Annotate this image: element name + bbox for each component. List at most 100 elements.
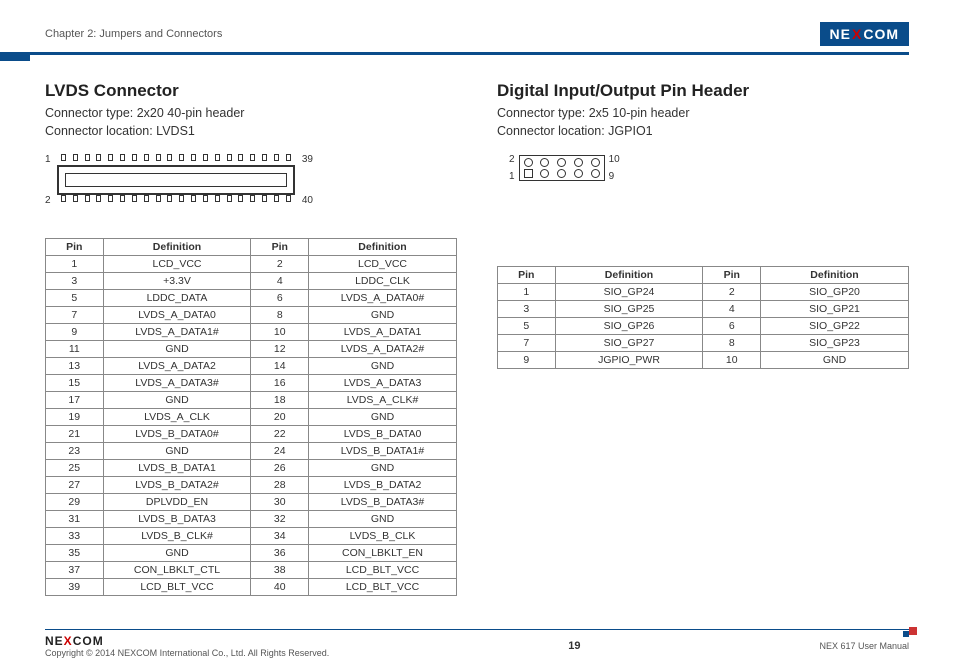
table-cell: 40 bbox=[251, 579, 309, 596]
table-cell: SIO_GP27 bbox=[555, 335, 703, 352]
table-cell: 15 bbox=[46, 375, 104, 392]
logo-part: NE bbox=[45, 634, 64, 648]
table-cell: 30 bbox=[251, 494, 309, 511]
copyright-text: Copyright © 2014 NEXCOM International Co… bbox=[45, 648, 329, 658]
table-cell: 8 bbox=[703, 335, 761, 352]
table-cell: GND bbox=[309, 358, 457, 375]
table-cell: 8 bbox=[251, 307, 309, 324]
pin-label: 2 bbox=[509, 154, 515, 165]
table-cell: 20 bbox=[251, 409, 309, 426]
table-row: 33LVDS_B_CLK#34LVDS_B_CLK bbox=[46, 528, 457, 545]
table-cell: 23 bbox=[46, 443, 104, 460]
table-cell: GND bbox=[103, 443, 251, 460]
table-row: 9JGPIO_PWR10GND bbox=[498, 352, 909, 369]
table-cell: 3 bbox=[46, 273, 104, 290]
table-header: Definition bbox=[555, 267, 703, 284]
table-cell: DPLVDD_EN bbox=[103, 494, 251, 511]
table-cell: 27 bbox=[46, 477, 104, 494]
table-cell: LCD_BLT_VCC bbox=[103, 579, 251, 596]
table-row: 13LVDS_A_DATA214GND bbox=[46, 358, 457, 375]
logo-part: COM bbox=[73, 634, 104, 648]
pin-label: 39 bbox=[302, 154, 313, 165]
table-cell: GND bbox=[103, 341, 251, 358]
table-cell: LDDC_DATA bbox=[103, 290, 251, 307]
table-cell: 5 bbox=[46, 290, 104, 307]
table-row: 23GND24LVDS_B_DATA1# bbox=[46, 443, 457, 460]
table-cell: LDDC_CLK bbox=[309, 273, 457, 290]
table-cell: 31 bbox=[46, 511, 104, 528]
table-cell: LVDS_B_DATA2# bbox=[103, 477, 251, 494]
table-cell: 14 bbox=[251, 358, 309, 375]
table-cell: 12 bbox=[251, 341, 309, 358]
table-cell: SIO_GP21 bbox=[761, 301, 909, 318]
table-cell: 19 bbox=[46, 409, 104, 426]
table-header: Pin bbox=[703, 267, 761, 284]
brand-logo: NEXCOM bbox=[820, 22, 909, 46]
table-row: 37CON_LBKLT_CTL38LCD_BLT_VCC bbox=[46, 562, 457, 579]
table-cell: 17 bbox=[46, 392, 104, 409]
table-row: 39LCD_BLT_VCC40LCD_BLT_VCC bbox=[46, 579, 457, 596]
table-cell: +3.3V bbox=[103, 273, 251, 290]
table-cell: 4 bbox=[703, 301, 761, 318]
table-cell: SIO_GP25 bbox=[555, 301, 703, 318]
table-header: Definition bbox=[309, 239, 457, 256]
table-cell: 39 bbox=[46, 579, 104, 596]
pin-label: 1 bbox=[45, 154, 51, 165]
table-header: Definition bbox=[103, 239, 251, 256]
table-cell: LVDS_A_DATA3# bbox=[103, 375, 251, 392]
table-cell: LVDS_A_DATA1 bbox=[309, 324, 457, 341]
table-cell: 13 bbox=[46, 358, 104, 375]
section-title-gpio: Digital Input/Output Pin Header bbox=[497, 81, 909, 101]
table-cell: 29 bbox=[46, 494, 104, 511]
table-row: 7LVDS_A_DATA08GND bbox=[46, 307, 457, 324]
table-cell: 10 bbox=[703, 352, 761, 369]
table-cell: 38 bbox=[251, 562, 309, 579]
table-cell: GND bbox=[103, 545, 251, 562]
table-cell: SIO_GP23 bbox=[761, 335, 909, 352]
table-cell: GND bbox=[309, 460, 457, 477]
table-cell: LVDS_B_CLK# bbox=[103, 528, 251, 545]
table-cell: SIO_GP24 bbox=[555, 284, 703, 301]
table-cell: LVDS_A_DATA0 bbox=[103, 307, 251, 324]
table-cell: LVDS_A_DATA1# bbox=[103, 324, 251, 341]
table-cell: 36 bbox=[251, 545, 309, 562]
table-cell: 22 bbox=[251, 426, 309, 443]
table-cell: 2 bbox=[703, 284, 761, 301]
logo-x: X bbox=[852, 26, 862, 42]
table-cell: 7 bbox=[498, 335, 556, 352]
table-cell: 1 bbox=[498, 284, 556, 301]
table-cell: LVDS_A_DATA0# bbox=[309, 290, 457, 307]
table-cell: LVDS_B_DATA2 bbox=[309, 477, 457, 494]
table-cell: 7 bbox=[46, 307, 104, 324]
table-cell: 35 bbox=[46, 545, 104, 562]
table-cell: 11 bbox=[46, 341, 104, 358]
lvds-pin-table: PinDefinitionPinDefinition 1LCD_VCC2LCD_… bbox=[45, 238, 457, 596]
pin-label: 40 bbox=[302, 195, 313, 206]
table-header: Pin bbox=[251, 239, 309, 256]
table-cell: GND bbox=[103, 392, 251, 409]
table-cell: CON_LBKLT_CTL bbox=[103, 562, 251, 579]
table-cell: LVDS_B_DATA3# bbox=[309, 494, 457, 511]
table-cell: 6 bbox=[703, 318, 761, 335]
table-cell: GND bbox=[309, 409, 457, 426]
lvds-diagram: 1 39 2 40 bbox=[45, 154, 457, 220]
pin-label: 9 bbox=[609, 171, 620, 182]
table-cell: SIO_GP26 bbox=[555, 318, 703, 335]
table-cell: 33 bbox=[46, 528, 104, 545]
table-row: 7SIO_GP278SIO_GP23 bbox=[498, 335, 909, 352]
table-cell: 28 bbox=[251, 477, 309, 494]
table-cell: 18 bbox=[251, 392, 309, 409]
pin-label: 10 bbox=[609, 154, 620, 165]
table-cell: GND bbox=[309, 511, 457, 528]
connector-type: Connector type: 2x5 10-pin header bbox=[497, 105, 909, 123]
logo-part: NE bbox=[830, 26, 851, 42]
page-number: 19 bbox=[568, 640, 580, 652]
footer-rule bbox=[45, 629, 909, 631]
connector-location: Connector location: JGPIO1 bbox=[497, 123, 909, 141]
table-cell: 1 bbox=[46, 256, 104, 273]
table-header: Pin bbox=[46, 239, 104, 256]
table-cell: SIO_GP22 bbox=[761, 318, 909, 335]
table-row: 1SIO_GP242SIO_GP20 bbox=[498, 284, 909, 301]
table-row: 5LDDC_DATA6LVDS_A_DATA0# bbox=[46, 290, 457, 307]
table-cell: 9 bbox=[498, 352, 556, 369]
